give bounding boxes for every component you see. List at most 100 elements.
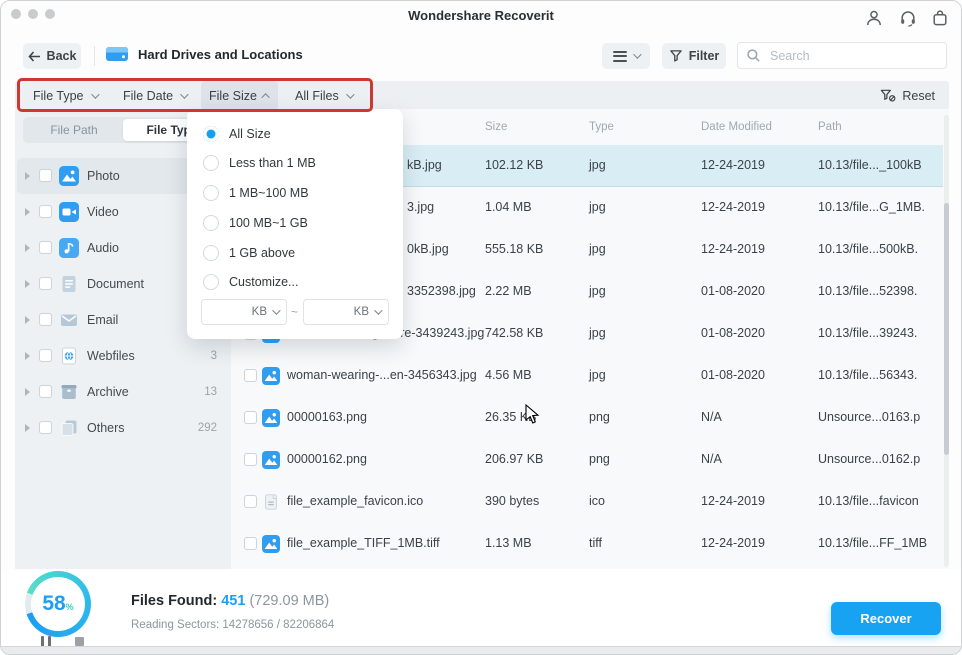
- row-checkbox[interactable]: [244, 411, 257, 424]
- checkbox[interactable]: [39, 205, 52, 218]
- row-checkbox[interactable]: [244, 369, 257, 382]
- filter-dropdown-all-files[interactable]: All Files: [287, 81, 360, 110]
- file-name: 00000163.png: [287, 410, 367, 424]
- radio-unselected-icon[interactable]: [203, 185, 219, 201]
- store-bag-icon[interactable]: [931, 9, 949, 27]
- checkbox[interactable]: [39, 385, 52, 398]
- disclosure-triangle-icon[interactable]: [25, 280, 30, 288]
- file-size: 2.22 MB: [485, 284, 532, 298]
- size-option-all-size[interactable]: All Size: [187, 123, 403, 147]
- chevron-down-icon: [374, 306, 382, 314]
- checkbox[interactable]: [39, 313, 52, 326]
- file-name: 0kB.jpg: [407, 242, 449, 256]
- stop-scan-button[interactable]: [75, 637, 84, 646]
- disclosure-triangle-icon[interactable]: [25, 244, 30, 252]
- column-header-date-modified[interactable]: Date Modified: [701, 121, 772, 133]
- unit-label: KB: [354, 306, 369, 318]
- disclosure-triangle-icon[interactable]: [25, 316, 30, 324]
- disclosure-triangle-icon[interactable]: [25, 388, 30, 396]
- traffic-light-close[interactable]: [11, 9, 21, 19]
- table-row[interactable]: file_example_favicon.ico390 bytesico12-2…: [231, 481, 943, 523]
- footer: 58% Files Found: 451 (729.09 MB) Reading…: [1, 569, 961, 646]
- column-header-size[interactable]: Size: [485, 121, 507, 133]
- size-option-1-gb-above[interactable]: 1 GB above: [187, 242, 403, 266]
- file-date-modified: 12-24-2019: [701, 158, 765, 172]
- files-found-line: Files Found: 451 (729.09 MB): [131, 593, 329, 609]
- row-checkbox[interactable]: [244, 537, 257, 550]
- checkbox[interactable]: [39, 349, 52, 362]
- search-box[interactable]: [737, 42, 947, 69]
- file-date-modified: 12-24-2019: [701, 536, 765, 550]
- size-option-customize[interactable]: Customize...: [187, 271, 403, 295]
- row-checkbox[interactable]: [244, 453, 257, 466]
- file-type: jpg: [589, 242, 606, 256]
- funnel-icon: [669, 49, 683, 63]
- checkbox[interactable]: [39, 277, 52, 290]
- chevron-down-icon: [272, 306, 280, 314]
- traffic-light-minimize[interactable]: [28, 9, 38, 19]
- radio-unselected-icon[interactable]: [203, 245, 219, 261]
- radio-unselected-icon[interactable]: [203, 155, 219, 171]
- chevron-up-icon: [261, 93, 269, 101]
- row-checkbox[interactable]: [244, 495, 257, 508]
- sidebar-item-webfiles[interactable]: Webfiles3: [17, 338, 229, 374]
- range-separator: ~: [291, 305, 298, 319]
- view-menu-button[interactable]: [602, 43, 650, 69]
- filter-dropdown-file-size[interactable]: File Size: [201, 81, 278, 110]
- size-option-label: 1 GB above: [229, 246, 295, 260]
- scrollbar-thumb[interactable]: [944, 203, 949, 455]
- size-option-100-mb-1-gb[interactable]: 100 MB~1 GB: [187, 212, 403, 236]
- radio-unselected-icon[interactable]: [203, 274, 219, 290]
- size-option-label: Less than 1 MB: [229, 156, 316, 170]
- disclosure-triangle-icon[interactable]: [25, 208, 30, 216]
- search-input[interactable]: [768, 48, 938, 64]
- custom-size-min-input[interactable]: KB: [201, 299, 287, 325]
- table-row[interactable]: 00000162.png206.97 KBpngN/AUnsource...01…: [231, 439, 943, 481]
- size-option-1-mb-100-mb[interactable]: 1 MB~100 MB: [187, 182, 403, 206]
- filter-button[interactable]: Filter: [662, 43, 726, 69]
- filter-dropdown-file-date[interactable]: File Date: [115, 81, 194, 110]
- table-row[interactable]: file_example_TIFF_1MB.tiff1.13 MBtiff12-…: [231, 523, 943, 565]
- disclosure-triangle-icon[interactable]: [25, 352, 30, 360]
- app-window: Wondershare Recoverit Back Hard Drives a…: [0, 0, 962, 655]
- hard-drive-icon: [105, 43, 129, 70]
- document-icon: [59, 274, 79, 294]
- image-file-icon: [262, 535, 280, 553]
- table-row[interactable]: woman-wearing-...en-3456343.jpg4.56 MBjp…: [231, 355, 943, 397]
- file-name: 00000162.png: [287, 452, 367, 466]
- filter-label: Filter: [689, 49, 720, 63]
- column-header-type[interactable]: Type: [589, 121, 614, 133]
- sidebar-item-others[interactable]: Others292: [17, 410, 229, 446]
- chevron-down-icon: [633, 50, 641, 58]
- radio-selected-icon[interactable]: [203, 126, 219, 142]
- video-icon: [59, 202, 79, 222]
- search-icon: [746, 48, 761, 63]
- file-date-modified: 12-24-2019: [701, 242, 765, 256]
- disclosure-triangle-icon[interactable]: [25, 172, 30, 180]
- back-button[interactable]: Back: [23, 43, 81, 69]
- support-headset-icon[interactable]: [899, 9, 917, 27]
- checkbox[interactable]: [39, 169, 52, 182]
- disclosure-triangle-icon[interactable]: [25, 424, 30, 432]
- checkbox[interactable]: [39, 421, 52, 434]
- window-bottom-edge: [1, 646, 961, 655]
- tab-file-path[interactable]: File Path: [25, 119, 123, 141]
- file-name: file_example_favicon.ico: [287, 494, 423, 508]
- column-header-path[interactable]: Path: [818, 121, 842, 133]
- size-option-less-than-1-mb[interactable]: Less than 1 MB: [187, 152, 403, 176]
- traffic-light-zoom[interactable]: [45, 9, 55, 19]
- table-row[interactable]: 00000163.png26.35 KBpngN/AUnsource...016…: [231, 397, 943, 439]
- file-type: png: [589, 452, 610, 466]
- reset-filters-button[interactable]: Reset: [880, 81, 935, 110]
- checkbox[interactable]: [39, 241, 52, 254]
- file-name: kB.jpg: [407, 158, 442, 172]
- radio-unselected-icon[interactable]: [203, 215, 219, 231]
- sidebar-item-archive[interactable]: Archive13: [17, 374, 229, 410]
- account-icon[interactable]: [865, 9, 883, 27]
- custom-size-max-input[interactable]: KB: [303, 299, 389, 325]
- file-size: 390 bytes: [485, 494, 539, 508]
- filter-dropdown-file-type[interactable]: File Type: [25, 81, 105, 110]
- recover-button[interactable]: Recover: [831, 602, 941, 635]
- item-count-badge: 292: [198, 422, 217, 434]
- file-path: 10.13/file...favicon: [818, 494, 944, 508]
